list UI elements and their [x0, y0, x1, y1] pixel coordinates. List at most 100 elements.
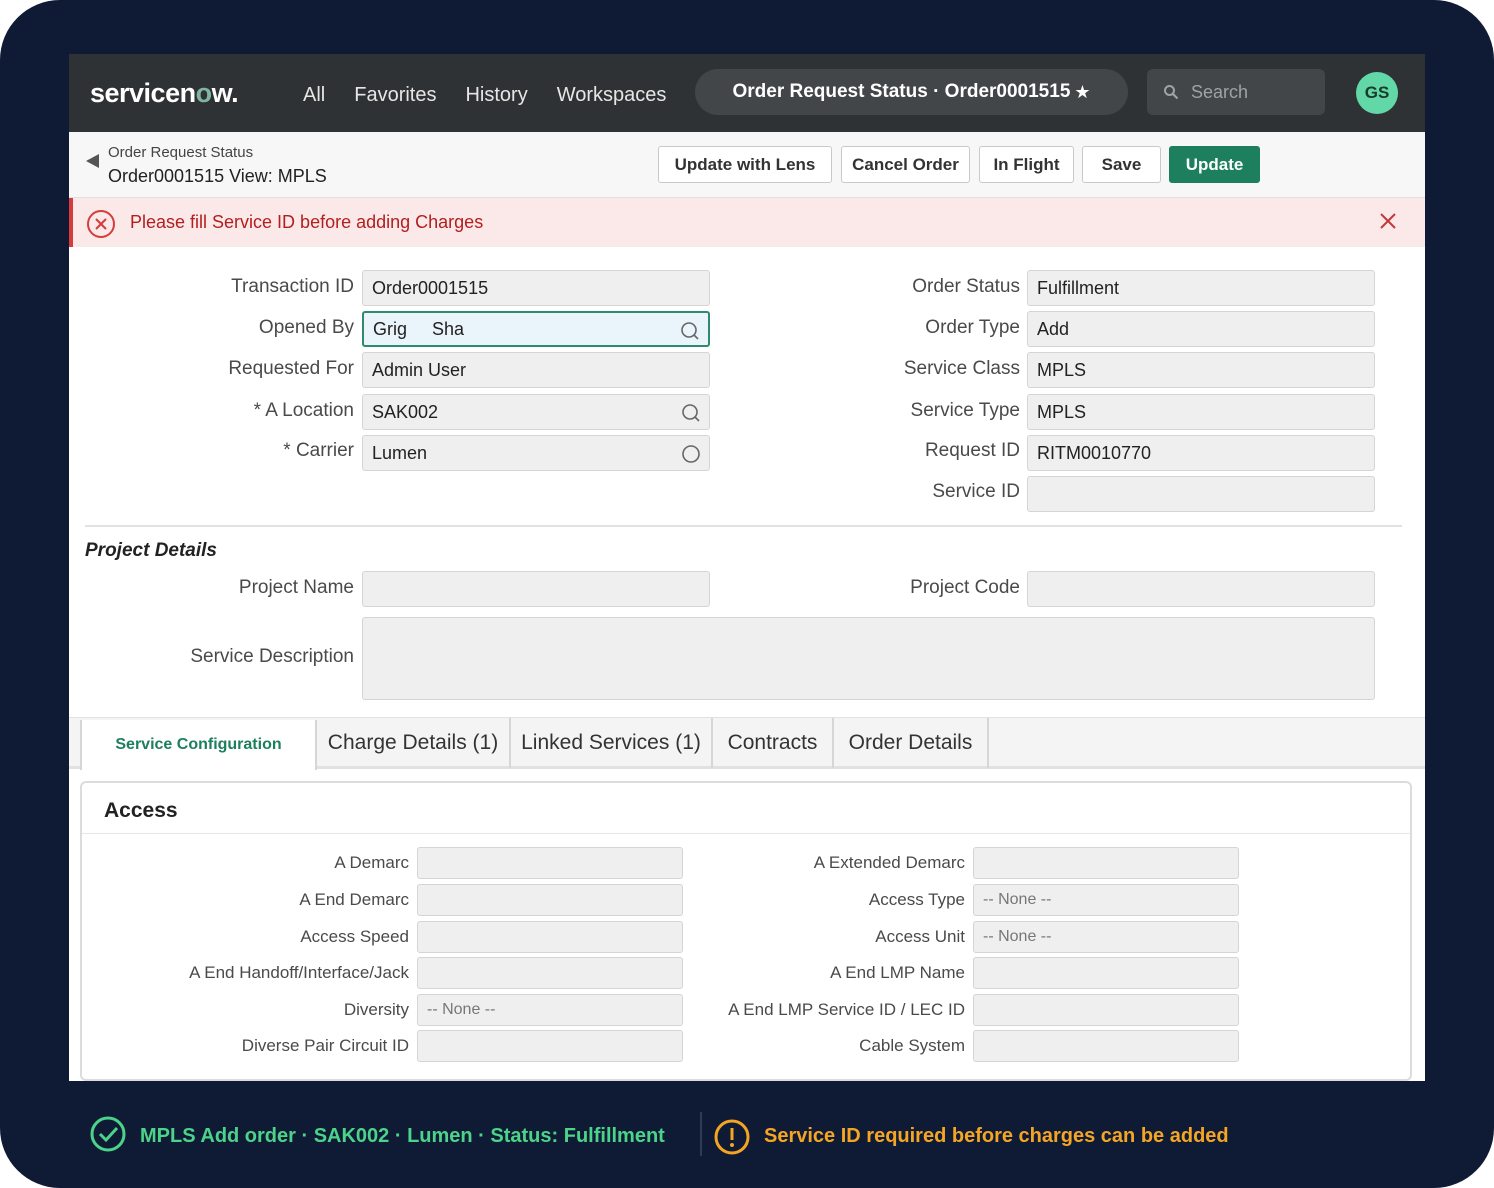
update-button[interactable]: Update: [1169, 146, 1260, 183]
record-title-pill[interactable]: Order Request Status · Order0001515 ★: [695, 69, 1128, 115]
save-button[interactable]: Save: [1082, 146, 1161, 183]
search-icon[interactable]: [681, 403, 701, 423]
tab-charge-details[interactable]: Charge Details (1): [317, 718, 511, 768]
a-end-lmp-service-id-label: A End LMP Service ID / LEC ID: [728, 1000, 965, 1019]
cancel-order-button[interactable]: Cancel Order: [841, 146, 970, 183]
request-id-value: RITM0010770: [1037, 442, 1152, 463]
order-type-field[interactable]: Add: [1027, 311, 1375, 347]
check-circle-icon: [90, 1116, 126, 1152]
a-end-lmp-name-field[interactable]: [973, 957, 1239, 989]
access-speed-label: Access Speed: [300, 927, 409, 946]
servicenow-logo[interactable]: servicenow.: [90, 78, 239, 109]
logo-text-end: w.: [211, 78, 239, 108]
nav-workspaces[interactable]: Workspaces: [557, 84, 667, 107]
a-demarc-field[interactable]: [417, 847, 683, 879]
record-title: Order Request Status · Order0001515: [732, 81, 1071, 102]
project-name-field[interactable]: [362, 571, 710, 607]
opened-by-label: Opened By: [258, 317, 354, 338]
error-alert: Please fill Service ID before adding Cha…: [69, 198, 1425, 247]
service-description-textarea[interactable]: [362, 617, 1375, 700]
a-extended-demarc-field[interactable]: [973, 847, 1239, 879]
access-type-value: -- None --: [983, 891, 1052, 908]
footer-separator: [700, 1112, 702, 1156]
user-avatar[interactable]: GS: [1356, 72, 1398, 114]
a-location-value: SAK002: [372, 401, 439, 422]
tab-linked-services[interactable]: Linked Services (1): [511, 718, 713, 768]
transaction-id-field[interactable]: Order0001515: [362, 270, 710, 306]
nav-links: All Favorites History Workspaces: [303, 84, 695, 107]
tab-order-details[interactable]: Order Details: [834, 718, 989, 768]
a-end-demarc-label: A End Demarc: [299, 890, 409, 909]
cable-system-label: Cable System: [859, 1036, 965, 1055]
project-code-field[interactable]: [1027, 571, 1375, 607]
cable-system-field[interactable]: [973, 1030, 1239, 1062]
a-location-label: * A Location: [253, 400, 354, 421]
carrier-field[interactable]: Lumen: [362, 435, 710, 471]
service-id-warning: Service ID required before charges can b…: [764, 1125, 1229, 1147]
access-panel: Access A Demarc A End Demarc Access Spee…: [80, 781, 1412, 1081]
in-flight-button[interactable]: In Flight: [979, 146, 1074, 183]
nav-favorites[interactable]: Favorites: [354, 84, 436, 107]
diversity-value: -- None --: [427, 1001, 496, 1018]
access-type-label: Access Type: [868, 890, 965, 909]
service-id-label: Service ID: [932, 481, 1020, 502]
order-status-value: Fulfillment: [1037, 277, 1120, 298]
nav-history[interactable]: History: [465, 84, 527, 107]
tab-contracts[interactable]: Contracts: [713, 718, 834, 768]
alert-message: Please fill Service ID before adding Cha…: [130, 212, 484, 232]
request-id-field[interactable]: RITM0010770: [1027, 435, 1375, 471]
service-class-field[interactable]: MPLS: [1027, 352, 1375, 388]
order-status-field[interactable]: Fulfillment: [1027, 270, 1375, 306]
search-icon[interactable]: [680, 321, 700, 341]
service-type-value: MPLS: [1037, 401, 1087, 422]
service-id-field[interactable]: [1027, 476, 1375, 512]
requested-for-field[interactable]: Admin User: [362, 352, 710, 388]
service-class-value: MPLS: [1037, 359, 1087, 380]
access-speed-field[interactable]: [417, 921, 683, 953]
warning-icon: [714, 1119, 750, 1155]
carrier-value: Lumen: [372, 442, 428, 463]
a-extended-demarc-label: A Extended Demarc: [813, 853, 965, 872]
diverse-pair-circuit-id-field[interactable]: [417, 1030, 683, 1062]
requested-for-value: Admin User: [372, 359, 467, 380]
service-type-label: Service Type: [910, 400, 1020, 421]
service-type-field[interactable]: MPLS: [1027, 394, 1375, 430]
search-placeholder: Search: [1191, 81, 1249, 102]
section-divider: [85, 525, 1402, 527]
tab-bar: Service Configuration Charge Details (1)…: [69, 717, 1425, 770]
a-location-field[interactable]: SAK002: [362, 394, 710, 430]
access-heading: Access: [104, 799, 178, 822]
device-frame: servicenow. All Favorites History Worksp…: [0, 0, 1494, 1188]
a-end-demarc-field[interactable]: [417, 884, 683, 916]
logo-text: servicen: [90, 78, 196, 108]
form-header: Order Request Status Order0001515 View: …: [69, 132, 1425, 198]
favorite-star-icon[interactable]: ★: [1074, 82, 1090, 103]
status-footer: MPLS Add order · SAK002 · Lumen · Status…: [69, 1081, 1425, 1162]
a-end-handoff-field[interactable]: [417, 957, 683, 989]
diversity-select[interactable]: -- None --: [417, 994, 683, 1026]
order-type-label: Order Type: [925, 317, 1020, 338]
project-details-heading: Project Details: [85, 540, 217, 561]
back-arrow-icon[interactable]: [86, 154, 99, 168]
global-search-input[interactable]: Search: [1147, 69, 1325, 115]
record-name: Order0001515 View: MPLS: [108, 166, 327, 186]
order-type-value: Add: [1037, 318, 1070, 339]
nav-all[interactable]: All: [303, 84, 325, 107]
transaction-id-label: Transaction ID: [231, 276, 354, 297]
access-type-select[interactable]: -- None --: [973, 884, 1239, 916]
opened-by-field[interactable]: Grig Sha: [362, 311, 710, 347]
update-with-lens-button[interactable]: Update with Lens: [658, 146, 832, 183]
close-icon[interactable]: [1377, 210, 1399, 232]
transaction-id-value: Order0001515: [372, 277, 489, 298]
order-status-label: Order Status: [912, 276, 1020, 297]
a-demarc-label: A Demarc: [334, 853, 409, 872]
project-code-label: Project Code: [910, 577, 1020, 598]
lookup-circle-icon[interactable]: [681, 444, 701, 464]
search-icon: [1164, 85, 1179, 100]
tab-service-configuration[interactable]: Service Configuration: [80, 720, 317, 770]
top-navigation: servicenow. All Favorites History Worksp…: [69, 54, 1425, 132]
access-unit-value: -- None --: [983, 928, 1052, 945]
a-end-lmp-service-id-field[interactable]: [973, 994, 1239, 1026]
access-unit-select[interactable]: -- None --: [973, 921, 1239, 953]
requested-for-label: Requested For: [228, 358, 354, 379]
